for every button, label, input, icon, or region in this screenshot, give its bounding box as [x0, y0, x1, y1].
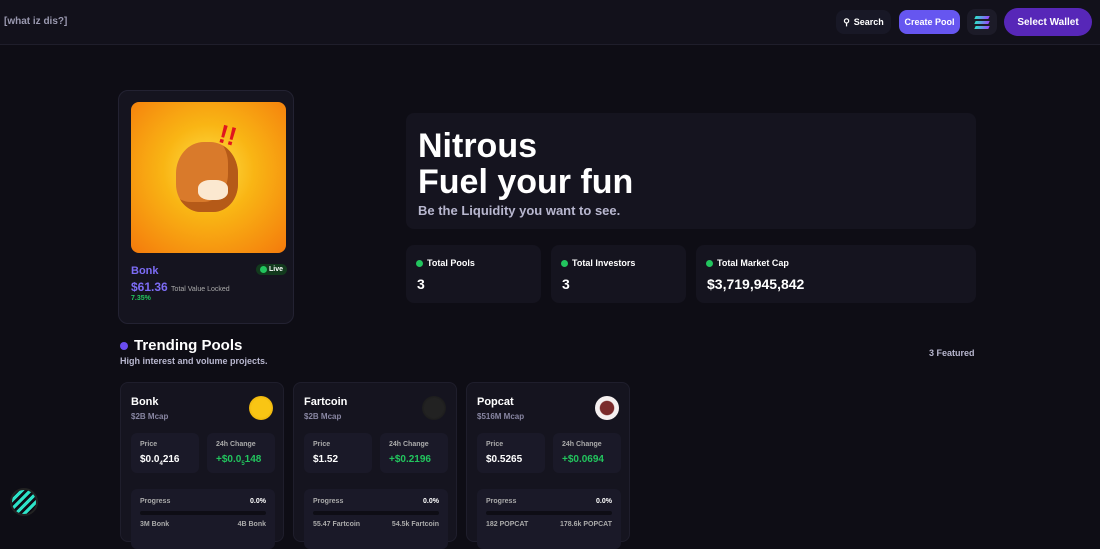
live-dot-icon: [260, 266, 267, 273]
price-label: Price: [140, 441, 158, 448]
status-dot-icon: [416, 259, 423, 267]
status-dot-icon: [706, 259, 713, 267]
progress-value: 0.0%: [596, 498, 612, 505]
select-wallet-button[interactable]: Select Wallet: [1004, 8, 1092, 36]
bonk-image: !!: [131, 102, 286, 253]
stat-value: 3: [417, 276, 425, 292]
progress-box: Progress 0.0% 55.47 Fartcoin 54.5k Fartcoin: [304, 489, 448, 549]
live-badge: Live: [256, 264, 288, 275]
change-box: 24h Change +$0.2196: [380, 433, 448, 473]
featured-percent: 7.35%: [131, 295, 151, 302]
stat-total-market-cap: Total Market Cap $3,719,945,842: [696, 245, 976, 303]
hero-subtitle: Be the Liquidity you want to see.: [418, 203, 621, 218]
price-value: $1.52: [313, 454, 339, 465]
progress-bar: [486, 511, 612, 515]
progress-box: Progress 0.0% 182 POPCAT 178.6k POPCAT: [477, 489, 621, 549]
progress-box: Progress 0.0% 3M Bonk 4B Bonk: [131, 489, 275, 549]
tvl: $61.36 Total Value Locked: [131, 280, 230, 294]
change-box: 24h Change +$0.0694: [553, 433, 621, 473]
trending-subtitle: High interest and volume projects.: [120, 356, 268, 366]
progress-value: 0.0%: [250, 498, 266, 505]
solana-icon[interactable]: [967, 9, 997, 35]
price-label: Price: [486, 441, 504, 448]
tvl-value: $61.36: [131, 280, 168, 294]
price-box: Price $1.52: [304, 433, 372, 473]
trending-title-text: Trending Pools: [134, 337, 243, 354]
change-box: 24h Change +$0.05148: [207, 433, 275, 473]
search-label: Search: [853, 17, 884, 27]
change-label: 24h Change: [216, 441, 256, 448]
price-value: $0.5265: [486, 454, 523, 465]
stat-label: Total Market Cap: [717, 258, 789, 268]
pool-name: Popcat: [477, 396, 514, 408]
bullet-icon: [120, 341, 128, 350]
pool-mcap: $2B Mcap: [304, 412, 342, 421]
search-icon: ⚲: [843, 16, 850, 27]
featured-count: 3 Featured: [929, 348, 975, 358]
raised-amount: 182 POPCAT: [486, 521, 529, 528]
pool-card[interactable]: Bonk $2B Mcap Price $0.04216 24h Change +$…: [120, 382, 284, 549]
progress-label: Progress: [140, 498, 171, 505]
pool-name: Fartcoin: [304, 396, 348, 408]
stat-label: Total Investors: [572, 258, 636, 268]
price-box: Price $0.04216: [131, 433, 199, 473]
tvl-label: Total Value Locked: [171, 286, 230, 293]
stat-value: 3: [562, 276, 570, 292]
popcat-logo-icon: [595, 396, 619, 420]
live-label: Live: [269, 266, 284, 273]
featured-pool-card[interactable]: !! Bonk Live $61.36 Total Value Locked 7…: [118, 90, 294, 324]
stat-total-investors: Total Investors 3: [551, 245, 686, 303]
trending-title: Trending Pools: [120, 337, 242, 354]
raised-amount: 55.47 Fartcoin: [313, 521, 361, 528]
hero-banner: Nitrous Fuel your fun Be the Liquidity yo…: [406, 113, 976, 229]
hero-line1: Nitrous: [418, 127, 537, 165]
hero-title: Nitrous Fuel your fun: [418, 128, 633, 200]
progress-bar: [313, 511, 439, 515]
goal-amount: 54.5k Fartcoin: [391, 521, 439, 528]
price-label: Price: [313, 441, 331, 448]
change-value: +$0.05148: [216, 454, 262, 467]
pool-mcap: $516M Mcap: [477, 412, 525, 421]
change-label: 24h Change: [389, 441, 429, 448]
pool-card[interactable]: Fartcoin $2B Mcap Price $1.52 24h Change +…: [293, 382, 457, 549]
goal-amount: 4B Bonk: [237, 521, 266, 528]
search-button[interactable]: ⚲ Search: [836, 10, 891, 34]
progress-bar: [140, 511, 266, 515]
app-logo-icon[interactable]: [10, 488, 38, 516]
what-is-this-link[interactable]: [what iz dis?]: [4, 16, 67, 27]
stat-total-pools: Total Pools 3: [406, 245, 541, 303]
pool-name: Bonk: [131, 396, 159, 408]
status-dot-icon: [561, 259, 568, 267]
change-value: +$0.2196: [389, 454, 431, 465]
goal-amount: 178.6k POPCAT: [559, 521, 612, 528]
change-value: +$0.0694: [562, 454, 604, 465]
top-bar: [what iz dis?] ⚲ Search Create Pool Selec…: [0, 0, 1100, 45]
pool-card[interactable]: Popcat $516M Mcap Price $0.5265 24h Chang…: [466, 382, 630, 549]
hero-line2: Fuel your fun: [418, 163, 634, 201]
stat-label: Total Pools: [427, 258, 475, 268]
price-box: Price $0.5265: [477, 433, 545, 473]
fartcoin-logo-icon: [422, 396, 446, 420]
featured-name: Bonk: [131, 265, 159, 277]
progress-label: Progress: [486, 498, 517, 505]
progress-value: 0.0%: [423, 498, 439, 505]
bonk-logo-icon: [249, 396, 273, 420]
create-pool-button[interactable]: Create Pool: [899, 10, 960, 34]
raised-amount: 3M Bonk: [140, 521, 170, 528]
pool-mcap: $2B Mcap: [131, 412, 169, 421]
progress-label: Progress: [313, 498, 344, 505]
price-value: $0.04216: [140, 454, 180, 467]
change-label: 24h Change: [562, 441, 602, 448]
stat-value: $3,719,945,842: [707, 276, 805, 292]
